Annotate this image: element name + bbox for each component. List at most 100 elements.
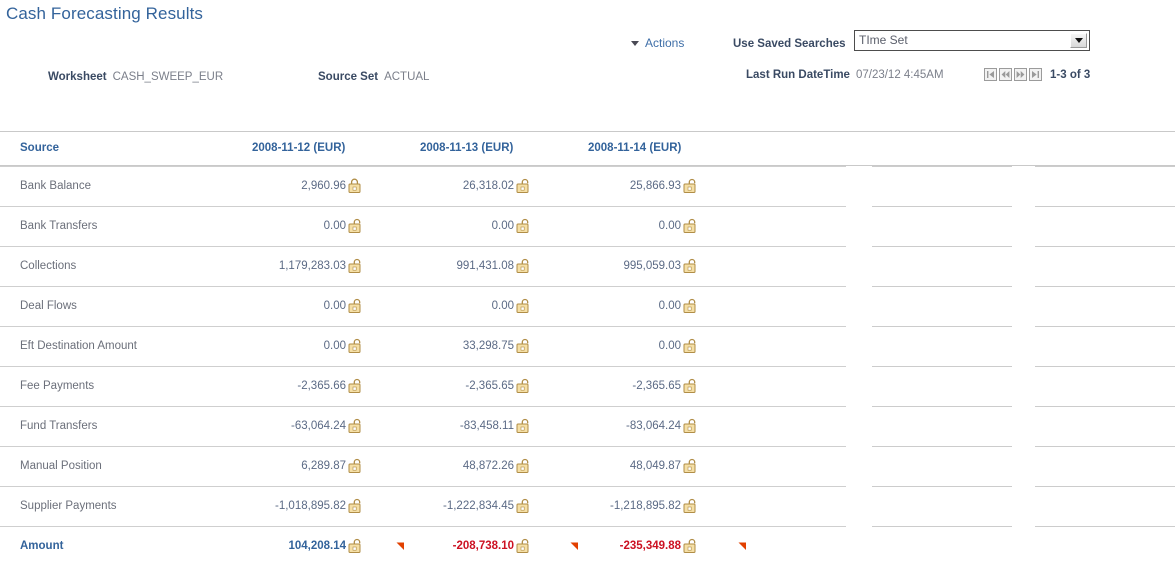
locked-icon[interactable]: [348, 178, 362, 193]
unlocked-icon[interactable]: [348, 218, 362, 233]
unlocked-icon[interactable]: [348, 498, 362, 513]
column-header-date-3[interactable]: 2008-11-14 (EUR): [588, 142, 681, 154]
cell-value[interactable]: -1,218,895.82: [610, 500, 681, 512]
cell-value[interactable]: 0.00: [324, 340, 346, 352]
table-row: Manual Position 6,289.87 48,872.26 48,049.8…: [0, 446, 1175, 486]
cell-value[interactable]: 26,318.02: [463, 180, 514, 192]
next-page-icon[interactable]: [1014, 68, 1027, 81]
cell-value[interactable]: -83,458.11: [460, 420, 514, 432]
saved-searches-label: Use Saved Searches: [733, 38, 846, 50]
previous-page-icon[interactable]: [999, 68, 1012, 81]
cell-value[interactable]: 0.00: [659, 300, 681, 312]
cell-value[interactable]: 991,431.08: [456, 260, 514, 272]
row-divider: [872, 526, 1012, 527]
row-divider: [872, 366, 1012, 367]
column-header-date-1[interactable]: 2008-11-12 (EUR): [252, 142, 345, 154]
unlocked-icon[interactable]: [516, 258, 530, 273]
unlocked-icon[interactable]: [516, 218, 530, 233]
row-label-total[interactable]: Amount: [20, 540, 63, 552]
table-row: Eft Destination Amount 0.00 33,298.75 0.00: [0, 326, 1175, 366]
row-label: Bank Balance: [20, 180, 91, 192]
unlocked-icon[interactable]: [683, 178, 697, 193]
unlocked-icon[interactable]: [516, 378, 530, 393]
row-divider: [1035, 286, 1175, 287]
cell-value[interactable]: 2,960.96: [301, 180, 346, 192]
cell-value[interactable]: 0.00: [659, 220, 681, 232]
cell-value[interactable]: 48,049.87: [630, 460, 681, 472]
cell-value[interactable]: -235,349.88: [620, 540, 681, 552]
unlocked-icon[interactable]: [348, 298, 362, 313]
table-row: Collections 1,179,283.03 991,431.08 995,059…: [0, 246, 1175, 286]
trend-down-icon[interactable]: [396, 542, 405, 551]
last-run-label: Last Run DateTime: [746, 69, 850, 81]
row-divider: [872, 406, 1012, 407]
first-page-icon[interactable]: [984, 68, 997, 81]
unlocked-icon[interactable]: [516, 338, 530, 353]
unlocked-icon[interactable]: [516, 298, 530, 313]
cell-value[interactable]: 104,208.14: [288, 540, 346, 552]
chevron-down-icon[interactable]: [1070, 33, 1087, 48]
cell-value[interactable]: -63,064.24: [291, 420, 346, 432]
row-label: Deal Flows: [20, 300, 77, 312]
row-divider: [872, 246, 1012, 247]
unlocked-icon[interactable]: [348, 338, 362, 353]
unlocked-icon[interactable]: [348, 418, 362, 433]
unlocked-icon[interactable]: [683, 258, 697, 273]
cell-value[interactable]: -2,365.65: [632, 380, 681, 392]
row-divider: [1035, 326, 1175, 327]
column-header-source[interactable]: Source: [20, 142, 59, 154]
unlocked-icon[interactable]: [348, 258, 362, 273]
row-divider: [0, 526, 846, 527]
row-label: Collections: [20, 260, 77, 272]
cell-value[interactable]: 48,872.26: [463, 460, 514, 472]
row-divider: [872, 166, 1012, 167]
source-set-field: Source Set ACTUAL: [318, 71, 429, 83]
trend-down-icon[interactable]: [738, 542, 747, 551]
row-divider: [0, 286, 846, 287]
pagination-controls[interactable]: 1-3 of 3: [984, 68, 1090, 81]
cell-value[interactable]: -2,365.66: [297, 380, 346, 392]
last-page-icon[interactable]: [1029, 68, 1042, 81]
unlocked-icon[interactable]: [683, 538, 697, 553]
unlocked-icon[interactable]: [348, 378, 362, 393]
actions-menu-button[interactable]: Actions: [631, 36, 684, 50]
cell-value[interactable]: 0.00: [492, 220, 514, 232]
unlocked-icon[interactable]: [683, 378, 697, 393]
unlocked-icon[interactable]: [516, 178, 530, 193]
cell-value[interactable]: -83,064.24: [626, 420, 681, 432]
cell-value[interactable]: 0.00: [659, 340, 681, 352]
cell-value[interactable]: 33,298.75: [463, 340, 514, 352]
row-divider: [1035, 446, 1175, 447]
unlocked-icon[interactable]: [348, 538, 362, 553]
cell-value[interactable]: -2,365.65: [465, 380, 514, 392]
trend-down-icon[interactable]: [570, 542, 579, 551]
unlocked-icon[interactable]: [516, 538, 530, 553]
cell-value[interactable]: 0.00: [324, 220, 346, 232]
unlocked-icon[interactable]: [683, 298, 697, 313]
cell-value[interactable]: 6,289.87: [301, 460, 346, 472]
unlocked-icon[interactable]: [516, 498, 530, 513]
column-header-date-2[interactable]: 2008-11-13 (EUR): [420, 142, 513, 154]
row-divider: [1035, 486, 1175, 487]
unlocked-icon[interactable]: [683, 418, 697, 433]
row-label: Manual Position: [20, 460, 102, 472]
unlocked-icon[interactable]: [683, 218, 697, 233]
cell-value[interactable]: 1,179,283.03: [279, 260, 346, 272]
cell-value[interactable]: -208,738.10: [453, 540, 514, 552]
unlocked-icon[interactable]: [348, 458, 362, 473]
cell-value[interactable]: 0.00: [324, 300, 346, 312]
unlocked-icon[interactable]: [516, 418, 530, 433]
saved-searches-select[interactable]: TIme Set: [854, 30, 1090, 51]
cell-value[interactable]: -1,018,895.82: [275, 500, 346, 512]
cell-value[interactable]: 995,059.03: [623, 260, 681, 272]
unlocked-icon[interactable]: [683, 458, 697, 473]
table-row: Bank Balance 2,960.96 26,318.02 25,866.93: [0, 166, 1175, 206]
grid-body: Bank Balance 2,960.96 26,318.02 25,866.93 Ba…: [0, 166, 1175, 566]
cell-value[interactable]: 25,866.93: [630, 180, 681, 192]
cell-value[interactable]: 0.00: [492, 300, 514, 312]
cell-value[interactable]: -1,222,834.45: [443, 500, 514, 512]
unlocked-icon[interactable]: [683, 498, 697, 513]
unlocked-icon[interactable]: [683, 338, 697, 353]
unlocked-icon[interactable]: [516, 458, 530, 473]
row-divider: [0, 486, 846, 487]
